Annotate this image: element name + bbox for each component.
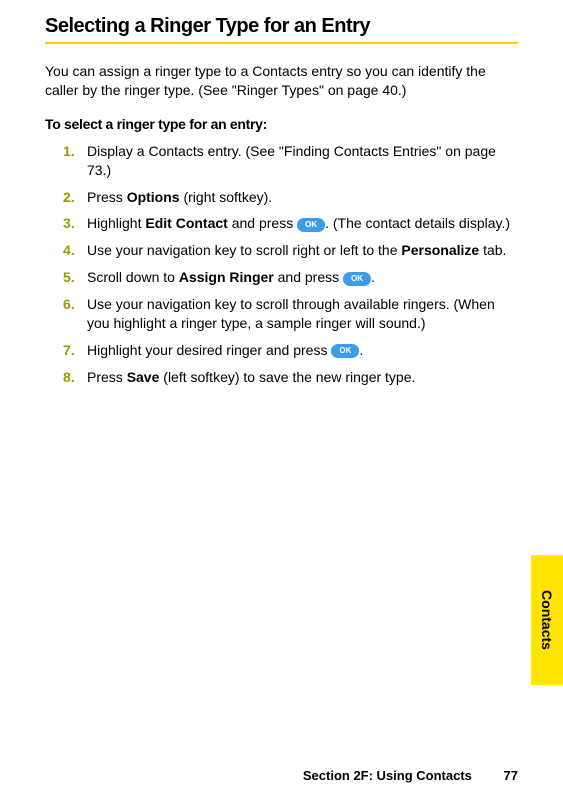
step-item: 1.Display a Contacts entry. (See "Findin… bbox=[63, 142, 518, 180]
footer-section-label: Section 2F: Using Contacts bbox=[303, 768, 472, 783]
step-number: 2. bbox=[63, 188, 87, 207]
page-heading: Selecting a Ringer Type for an Entry bbox=[45, 15, 518, 38]
ok-button-icon: OK bbox=[331, 344, 359, 358]
step-number: 1. bbox=[63, 142, 87, 180]
step-text: Highlight your desired ringer and press … bbox=[87, 341, 518, 360]
step-item: 8.Press Save (left softkey) to save the … bbox=[63, 368, 518, 387]
step-text: Press Options (right softkey). bbox=[87, 188, 518, 207]
ok-button-icon: OK bbox=[297, 218, 325, 232]
footer-page-number: 77 bbox=[504, 768, 518, 783]
step-item: 5.Scroll down to Assign Ringer and press… bbox=[63, 268, 518, 287]
step-item: 6.Use your navigation key to scroll thro… bbox=[63, 295, 518, 333]
section-tab: Contacts bbox=[531, 555, 563, 685]
bold-term: Assign Ringer bbox=[179, 269, 274, 285]
ok-button-icon: OK bbox=[343, 272, 371, 286]
step-fragment: . bbox=[359, 342, 363, 358]
step-fragment: and press bbox=[274, 269, 343, 285]
step-fragment: Highlight your desired ringer and press bbox=[87, 342, 331, 358]
step-number: 7. bbox=[63, 341, 87, 360]
step-number: 6. bbox=[63, 295, 87, 333]
page-footer: Section 2F: Using Contacts 77 bbox=[303, 768, 518, 783]
step-number: 3. bbox=[63, 214, 87, 233]
steps-list: 1.Display a Contacts entry. (See "Findin… bbox=[45, 142, 518, 387]
step-fragment: (right softkey). bbox=[180, 189, 273, 205]
step-item: 4.Use your navigation key to scroll righ… bbox=[63, 241, 518, 260]
step-fragment: tab. bbox=[479, 242, 506, 258]
step-text: Display a Contacts entry. (See "Finding … bbox=[87, 142, 518, 180]
step-text: Press Save (left softkey) to save the ne… bbox=[87, 368, 518, 387]
step-text: Use your navigation key to scroll throug… bbox=[87, 295, 518, 333]
step-fragment: Highlight bbox=[87, 215, 145, 231]
step-number: 8. bbox=[63, 368, 87, 387]
step-fragment: Display a Contacts entry. (See "Finding … bbox=[87, 143, 496, 178]
step-number: 4. bbox=[63, 241, 87, 260]
bold-term: Edit Contact bbox=[145, 215, 227, 231]
bold-term: Personalize bbox=[401, 242, 479, 258]
step-item: 3.Highlight Edit Contact and press OK. (… bbox=[63, 214, 518, 233]
step-text: Use your navigation key to scroll right … bbox=[87, 241, 518, 260]
step-item: 2.Press Options (right softkey). bbox=[63, 188, 518, 207]
step-text: Highlight Edit Contact and press OK. (Th… bbox=[87, 214, 518, 233]
bold-term: Save bbox=[127, 369, 160, 385]
step-fragment: Use your navigation key to scroll throug… bbox=[87, 296, 495, 331]
bold-term: Options bbox=[127, 189, 180, 205]
step-fragment: Press bbox=[87, 189, 127, 205]
step-item: 7.Highlight your desired ringer and pres… bbox=[63, 341, 518, 360]
step-fragment: Scroll down to bbox=[87, 269, 179, 285]
step-fragment: Use your navigation key to scroll right … bbox=[87, 242, 401, 258]
step-fragment: . bbox=[371, 269, 375, 285]
intro-paragraph: You can assign a ringer type to a Contac… bbox=[45, 62, 518, 100]
section-tab-label: Contacts bbox=[539, 590, 555, 650]
heading-underline bbox=[45, 42, 518, 44]
step-fragment: . (The contact details display.) bbox=[325, 215, 510, 231]
step-text: Scroll down to Assign Ringer and press O… bbox=[87, 268, 518, 287]
step-number: 5. bbox=[63, 268, 87, 287]
step-fragment: Press bbox=[87, 369, 127, 385]
step-fragment: and press bbox=[228, 215, 297, 231]
step-fragment: (left softkey) to save the new ringer ty… bbox=[159, 369, 415, 385]
subheading: To select a ringer type for an entry: bbox=[45, 116, 518, 132]
